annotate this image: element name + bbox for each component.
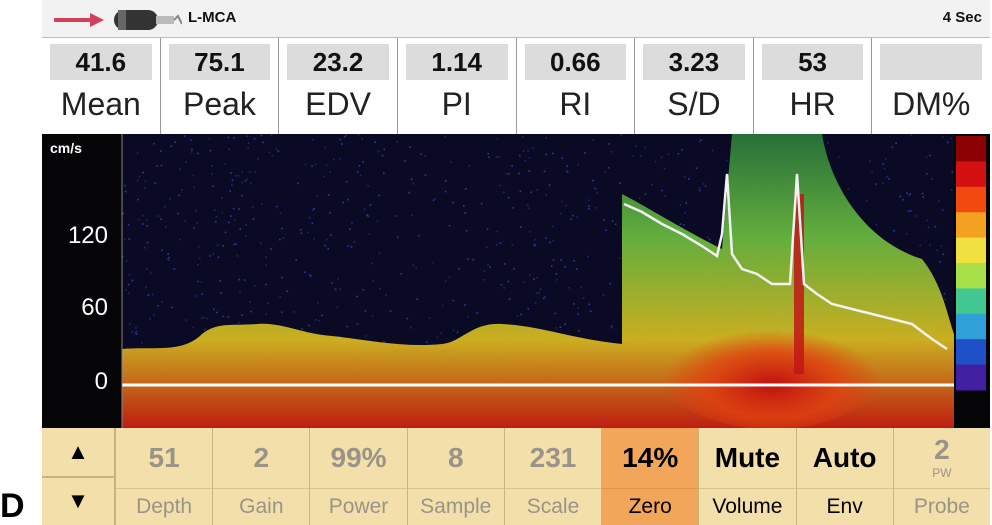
color-scale-segment [956,186,986,213]
control-value: 51 [148,442,180,473]
depth-control[interactable]: 51 Depth [116,428,214,525]
control-value: 2 PW [894,428,990,488]
color-scale-bar [956,136,986,391]
measure-label: HR [789,86,836,122]
spectral-waveform [121,134,986,428]
adjust-arrows: ▲ ▼ [42,428,116,525]
control-label: Probe [893,488,990,525]
probe-mode: PW [932,466,952,480]
measure-peak: 75.1 Peak [160,38,280,134]
measure-sd: 3.23 S/D [635,38,754,134]
measure-value: 3.23 [643,44,745,80]
measure-value [880,44,982,80]
measure-label: RI [559,86,592,122]
control-label: Depth [116,488,213,525]
color-scale-segment [956,364,986,391]
color-scale-segment [956,313,986,340]
color-scale-segment [956,212,986,239]
sample-control[interactable]: 8 Sample [407,428,505,525]
measure-hr: 53 HR [753,38,873,134]
control-label: Scale [504,488,602,525]
measure-value: 75.1 [168,44,271,80]
control-value: 231 [529,442,577,473]
zero-control[interactable]: 14% Zero [602,428,700,525]
control-label: Volume [699,488,796,525]
control-label: Gain [213,488,310,525]
vessel-label: L-MCA [188,9,237,26]
color-scale-segment [956,339,986,366]
control-bar: ▲ ▼ 51 Depth 2 Gain 99% Power 8 Sample 2… [42,428,990,525]
sweep-time-label: 4 Sec [942,9,982,26]
y-tick-label: 60 [81,294,108,321]
doppler-spectrum: cm/s 120 60 0 [42,134,990,428]
measure-label: DM% [892,86,971,122]
color-scale-segment [956,161,986,188]
triangle-up-icon[interactable]: ▲ [42,428,114,478]
panel-letter: D [0,487,25,525]
probe-number: 2 [934,434,950,465]
measure-label: Mean [60,86,141,122]
control-label: Power [310,488,407,525]
probe-control[interactable]: 2 PW Probe [893,428,990,525]
doppler-screen: L-MCA 4 Sec 41.6 Mean 75.1 Peak 23.2 EDV… [42,0,990,525]
measure-value: 0.66 [524,44,627,80]
control-label: Zero [602,488,699,525]
control-label: Env [796,488,893,525]
arrow-right-icon [54,13,104,27]
control-value: 99% [330,442,387,473]
control-value: Mute [714,442,781,473]
measure-value: 1.14 [405,44,508,80]
measure-edv: 23.2 EDV [279,38,398,134]
gain-control[interactable]: 2 Gain [213,428,311,525]
measure-label: Peak [182,86,256,122]
high-intensity-region [662,319,882,428]
color-scale-segment [956,263,986,289]
control-value: Auto [812,442,877,473]
measurement-row: 41.6 Mean 75.1 Peak 23.2 EDV 1.14 PI 0.6… [42,38,990,134]
measure-dm: DM% [872,38,990,134]
scale-control[interactable]: 231 Scale [504,428,603,525]
control-label: Sample [407,488,504,525]
y-tick-label: 0 [94,368,108,395]
probe-icon [54,10,182,30]
measure-value: 53 [761,44,864,80]
measure-label: EDV [305,86,371,122]
power-control[interactable]: 99% Power [310,428,408,525]
triangle-down-icon[interactable]: ▼ [42,478,114,525]
top-bar: L-MCA 4 Sec [42,0,990,38]
measure-label: PI [441,86,472,122]
measure-value: 23.2 [287,44,389,80]
measure-mean: 41.6 Mean [42,38,161,134]
volume-control[interactable]: Mute Volume [699,428,797,525]
env-control[interactable]: Auto Env [796,428,894,525]
velocity-unit-label: cm/s [50,140,82,156]
y-tick-label: 120 [67,222,108,249]
measure-label: S/D [667,86,721,122]
measure-pi: 1.14 PI [397,38,517,134]
control-value: 2 [253,442,270,473]
color-scale-segment [956,237,986,264]
measure-ri: 0.66 RI [516,38,636,134]
control-value: 14% [622,442,679,473]
control-value: 8 [447,442,464,473]
measure-value: 41.6 [50,44,152,80]
color-scale-segment [956,136,986,162]
color-scale-segment [956,288,986,315]
